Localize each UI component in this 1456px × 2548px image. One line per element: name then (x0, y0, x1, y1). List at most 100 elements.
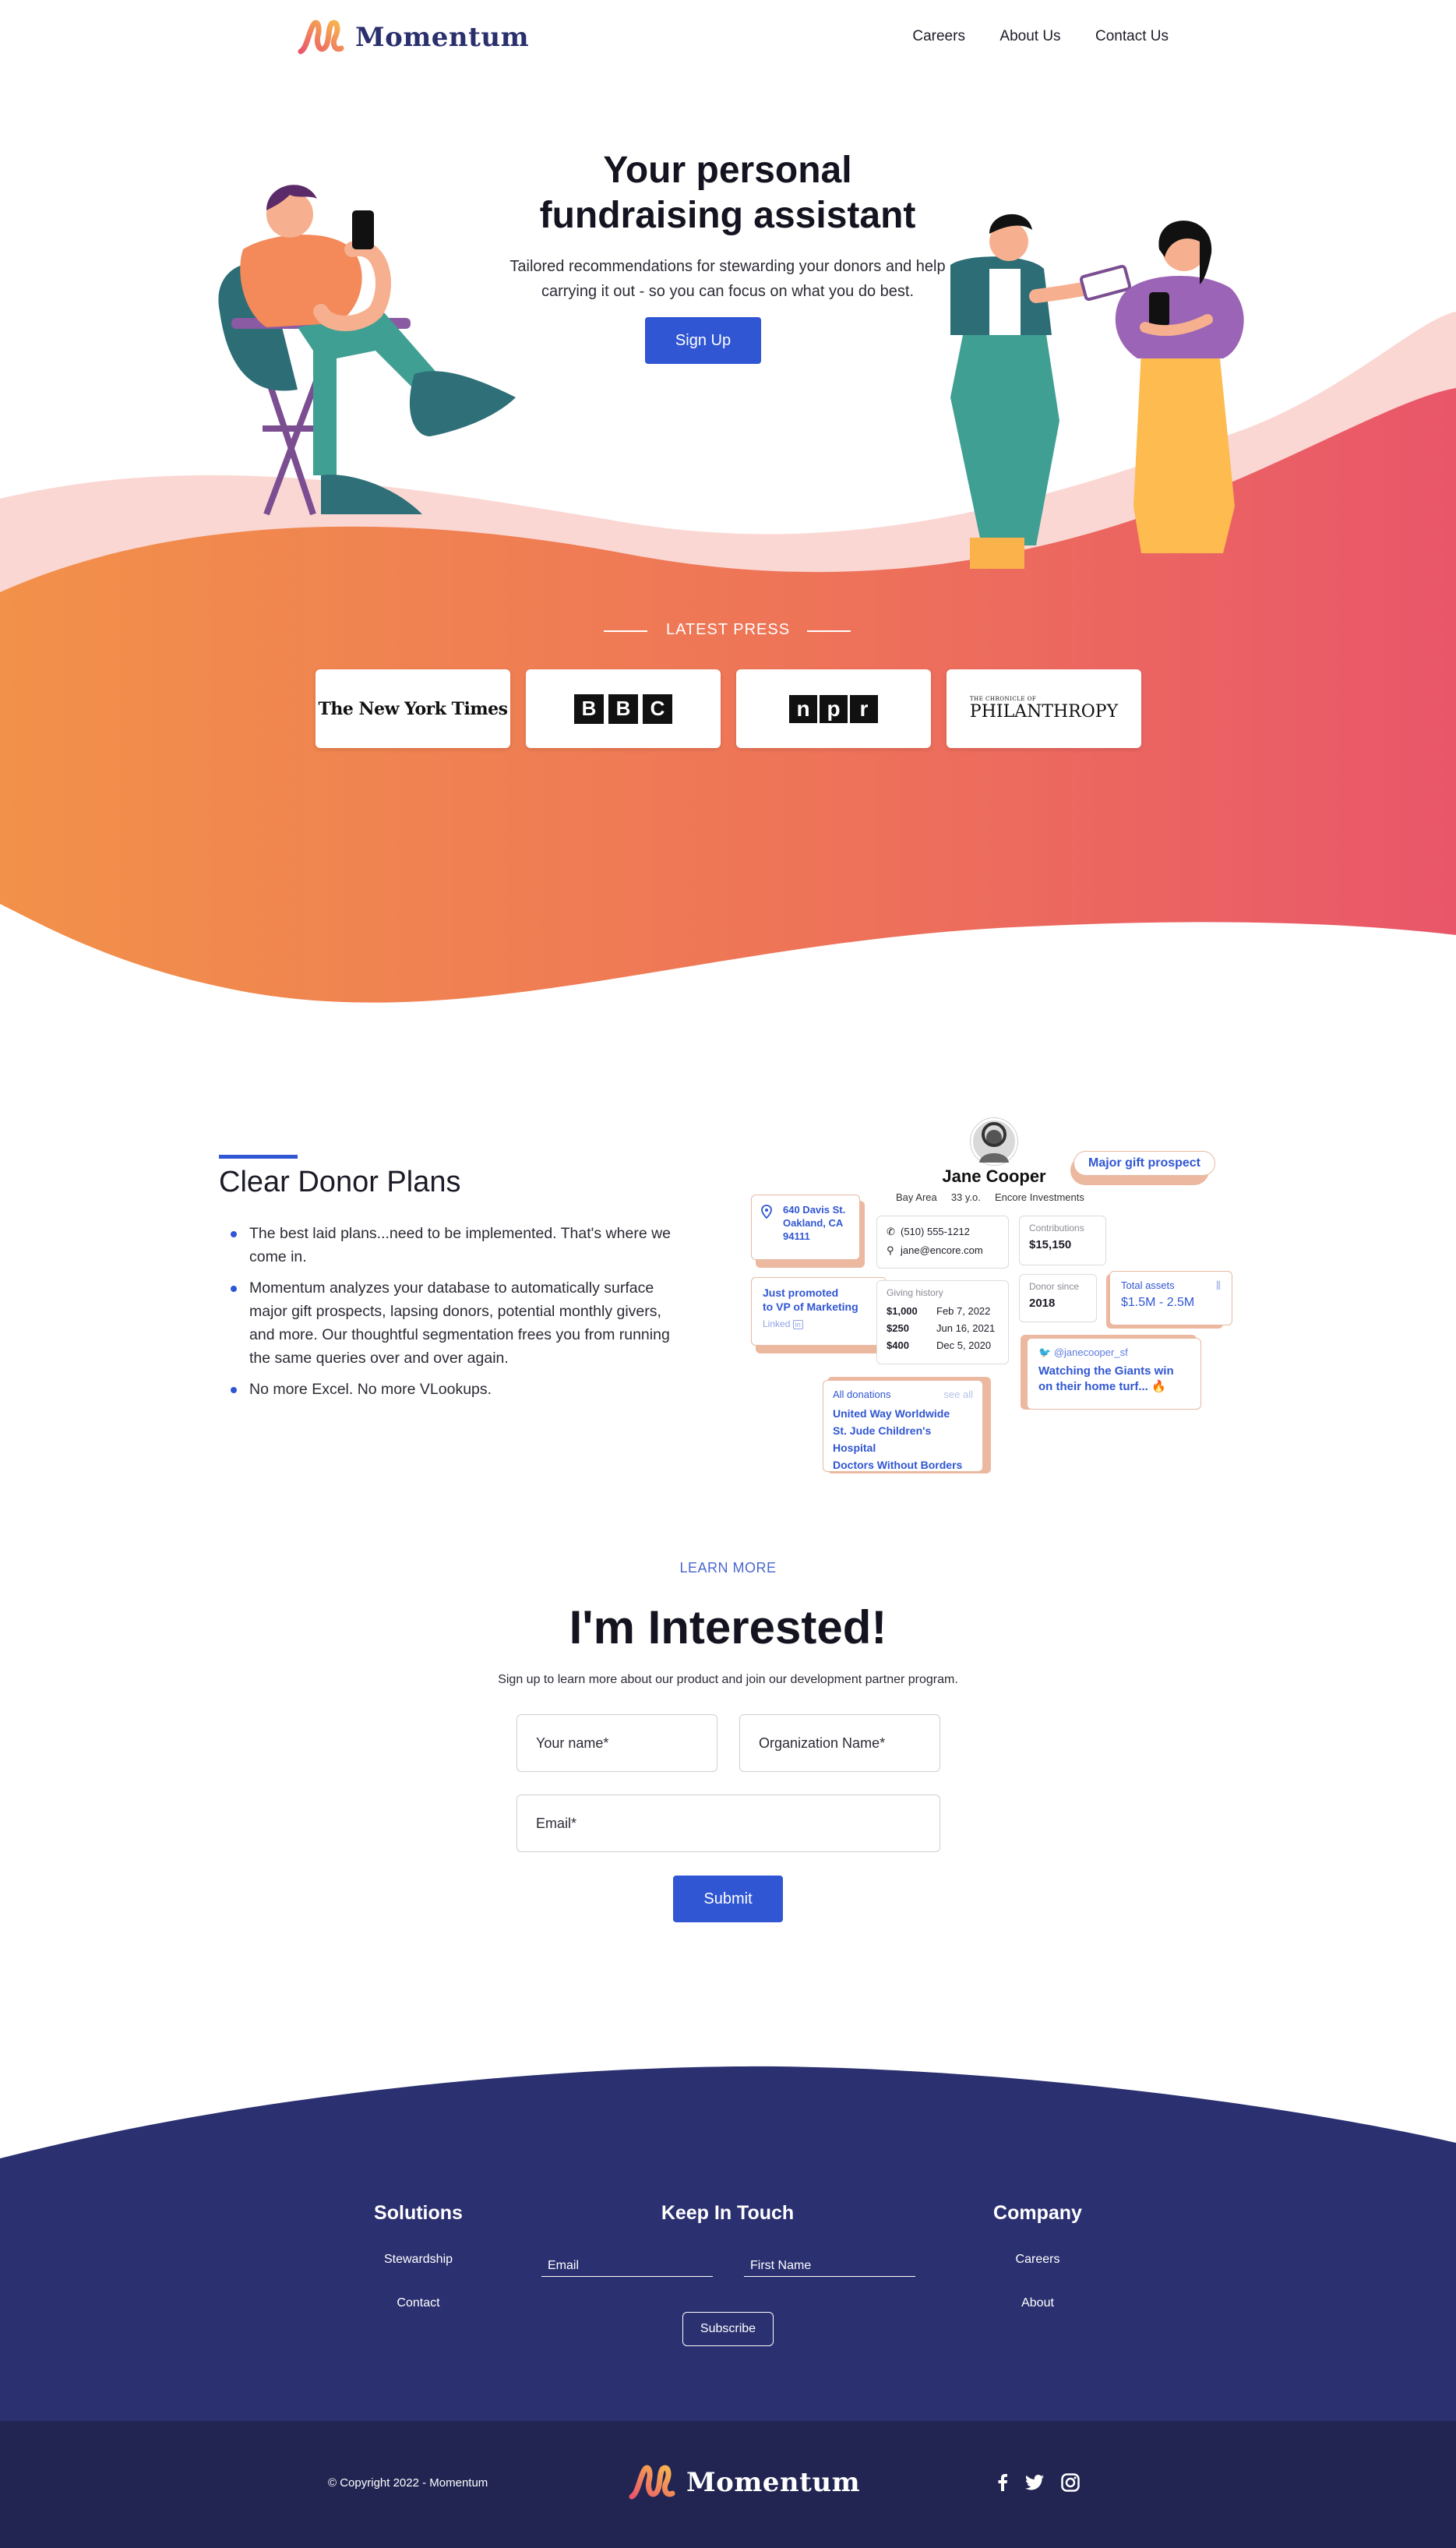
nav-contact-us[interactable]: Contact Us (1095, 28, 1169, 44)
footer-first-name-input[interactable] (744, 2256, 915, 2277)
contact-phone: (510) 555-1212 (901, 1226, 970, 1237)
see-all-link[interactable]: see all (943, 1389, 973, 1400)
nyt-logo: The New York Times (318, 698, 508, 719)
promotion-line1: Just promoted (763, 1286, 839, 1299)
donor-plans-bullets: The best laid plans...need to be impleme… (231, 1222, 675, 1409)
press-card-npr[interactable]: n p r (736, 669, 931, 748)
address-line3: 94111 (783, 1230, 810, 1242)
footer-logo-text: Momentum (686, 2467, 861, 2498)
donation-item-2: St. Jude Children's Hospital (833, 1424, 932, 1454)
profile-company: Encore Investments (994, 1191, 1084, 1203)
phone-icon: ✆ (887, 1226, 895, 1237)
donation-item-3: Doctors Without Borders (833, 1459, 963, 1471)
twitter-icon: 🐦 (1038, 1346, 1052, 1358)
twitter-icon[interactable] (1025, 2475, 1044, 2490)
footer-link-about[interactable]: About (960, 2296, 1116, 2310)
organization-name-field[interactable] (739, 1714, 940, 1772)
twitter-handle: @janecooper_sf (1053, 1346, 1128, 1358)
address-line1: 640 Davis St. (783, 1204, 846, 1216)
press-card-bbc[interactable]: B B C (526, 669, 721, 748)
hero-title-line1: Your personal (603, 150, 852, 191)
location-pin-icon: ⚲ (887, 1244, 894, 1256)
hero-subtitle: Tailored recommendations for stewarding … (478, 254, 977, 304)
footer-solutions-title: Solutions (374, 2202, 463, 2224)
hero-subtitle-line2: carrying it out - so you can focus on wh… (541, 283, 915, 300)
donor-since-value: 2018 (1029, 1297, 1056, 1310)
facebook-icon[interactable] (997, 2474, 1008, 2491)
location-pin-icon (761, 1205, 772, 1219)
footer-link-careers[interactable]: Careers (960, 2253, 1116, 2267)
contributions-label: Contributions (1029, 1223, 1084, 1233)
donor-plans-title: Clear Donor Plans (219, 1166, 461, 1198)
footer-keep-in-touch-title: Keep In Touch (661, 2202, 795, 2224)
nav-careers[interactable]: Careers (912, 28, 965, 44)
philanthropy-text: PHILANTHROPY (969, 702, 1119, 722)
avatar-person-icon (979, 1122, 1009, 1163)
donor-plans-bullet-2: Momentum analyzes your database to autom… (231, 1276, 675, 1370)
hero-subtitle-line1: Tailored recommendations for stewarding … (509, 258, 946, 275)
donor-plans-accent-bar (219, 1155, 298, 1159)
press-divider-right (807, 630, 851, 632)
linkedin-text: Linked (763, 1318, 791, 1329)
sign-up-button[interactable]: Sign Up (645, 317, 761, 364)
all-donations-label: All donations (833, 1389, 891, 1400)
subscribe-button[interactable]: Subscribe (682, 2312, 774, 2346)
footer-logo[interactable]: Momentum (627, 2462, 860, 2503)
bbc-letter-b2: B (608, 693, 638, 724)
top-nav: Careers About Us Contact Us (881, 28, 1169, 45)
social-links (997, 2473, 1080, 2492)
momentum-logo-icon (629, 2465, 675, 2500)
npr-letter-n: n (789, 694, 817, 723)
address-card: 640 Davis St. Oakland, CA 94111 (751, 1195, 860, 1260)
contact-email: jane@encore.com (901, 1244, 983, 1256)
footer-link-contact[interactable]: Contact (340, 2296, 496, 2310)
hero-illustration-standing-people (950, 214, 1244, 569)
profile-location: Bay Area (896, 1191, 937, 1203)
your-name-field[interactable] (516, 1714, 717, 1772)
giving-date-1: Feb 7, 2022 (936, 1305, 991, 1317)
donor-since-card: Donor since 2018 (1019, 1274, 1097, 1322)
footer-company-title: Company (993, 2202, 1082, 2224)
major-gift-badge: Major gift prospect (1073, 1151, 1216, 1176)
footer-wave-background (0, 2066, 1456, 2423)
interested-subtitle: Sign up to learn more about our product … (498, 1673, 958, 1686)
press-label: LATEST PRESS (665, 621, 791, 638)
donation-item-1: United Way Worldwide (833, 1407, 950, 1420)
bbc-letter-c: C (643, 693, 672, 724)
press-card-nyt[interactable]: The New York Times (316, 669, 510, 748)
giving-date-3: Dec 5, 2020 (936, 1339, 992, 1351)
twitter-card: 🐦 @janecooper_sf Watching the Giants win… (1027, 1338, 1201, 1410)
nav-about-us[interactable]: About Us (999, 28, 1060, 44)
giving-date-2: Jun 16, 2021 (936, 1322, 996, 1334)
footer-link-stewardship[interactable]: Stewardship (340, 2253, 496, 2267)
profile-age: 33 y.o. (950, 1191, 981, 1203)
submit-button[interactable]: Submit (673, 1876, 783, 1922)
momentum-logo-icon (298, 19, 344, 55)
contributions-card: Contributions $15,150 (1019, 1216, 1106, 1265)
header-logo[interactable]: Momentum (296, 17, 529, 58)
total-assets-card: Total assets ⫼ $1.5M - 2.5M (1109, 1271, 1232, 1325)
giving-amount-1: $1,000 (887, 1305, 918, 1317)
instagram-icon[interactable] (1061, 2473, 1080, 2492)
total-assets-value: $1.5M - 2.5M (1121, 1296, 1195, 1309)
npr-letter-p: p (820, 694, 848, 723)
total-assets-label: Total assets (1121, 1279, 1175, 1291)
bbc-logo: B B C (574, 693, 672, 724)
npr-letter-r: r (850, 694, 878, 723)
giving-history-card: Giving history $1,000 Feb 7, 2022 $250 Jun… (876, 1280, 1009, 1364)
email-field[interactable] (516, 1795, 940, 1852)
contributions-value: $15,150 (1029, 1238, 1072, 1251)
contact-card: ✆ (510) 555-1212 ⚲ jane@encore.com (876, 1216, 1009, 1269)
profile-meta: Bay Area 33 y.o. Encore Investments (896, 1191, 1084, 1203)
giving-amount-2: $250 (887, 1322, 909, 1334)
hero-title-line2: fundraising assistant (539, 195, 916, 236)
avatar (971, 1118, 1017, 1165)
donor-plans-bullet-3: No more Excel. No more VLookups. (231, 1378, 675, 1401)
hero-title: Your personal fundraising assistant (455, 148, 1000, 238)
footer-email-input[interactable] (541, 2256, 713, 2277)
interested-title: I'm Interested! (569, 1601, 887, 1653)
bbc-letter-b1: B (574, 693, 604, 724)
tweet-line2: on their home turf... 🔥 (1038, 1380, 1166, 1393)
press-card-philanthropy[interactable]: THE CHRONICLE OF PHILANTHROPY (947, 669, 1141, 748)
donor-profile-illustration: Jane Cooper Bay Area 33 y.o. Encore Inve… (724, 1110, 1239, 1477)
